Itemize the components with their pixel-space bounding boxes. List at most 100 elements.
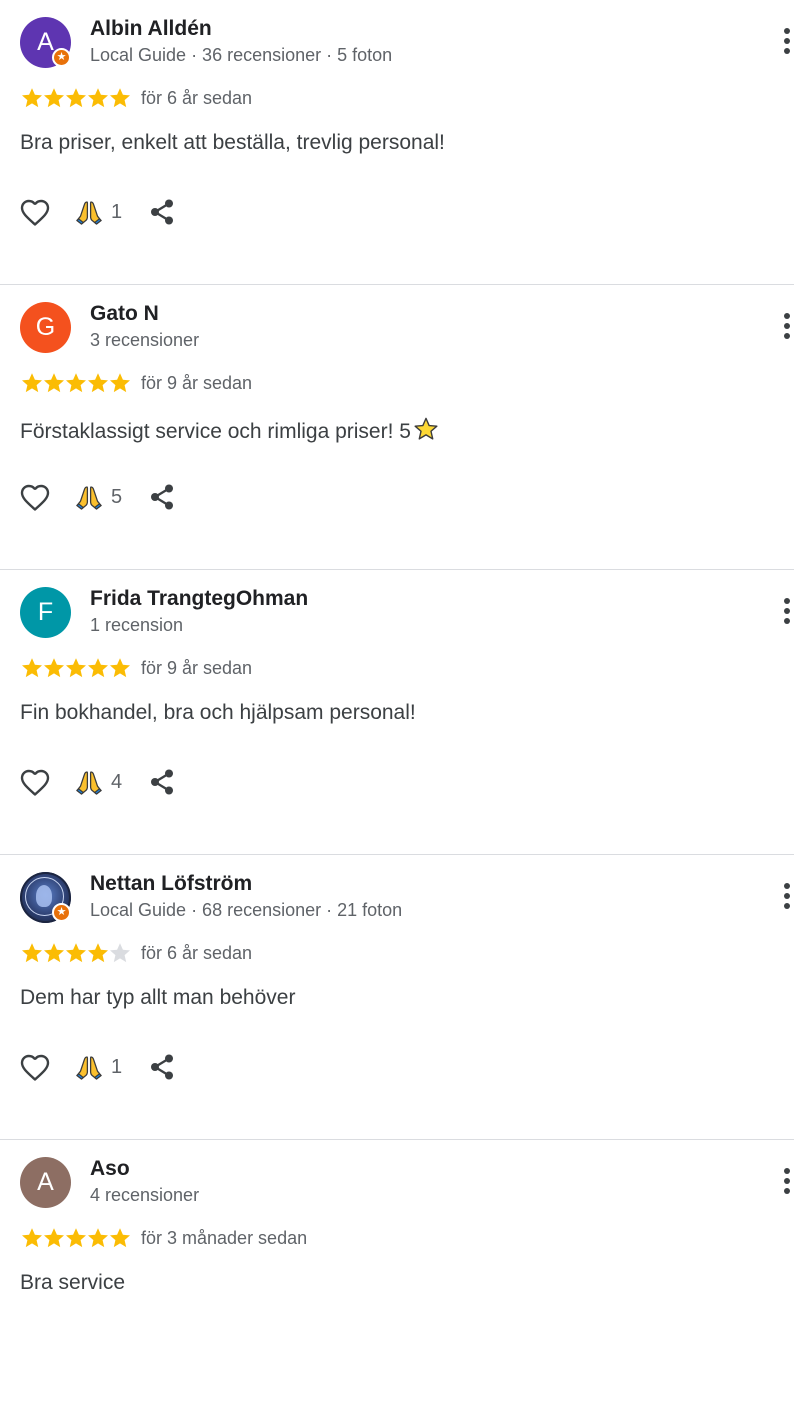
star-icon xyxy=(66,373,86,393)
star-icon xyxy=(110,1228,130,1248)
star-icon xyxy=(44,943,64,963)
share-icon xyxy=(148,484,176,515)
star-icon xyxy=(44,1228,64,1248)
like-button[interactable] xyxy=(18,766,52,798)
more-vert-icon-dot xyxy=(784,903,790,909)
reaction-count: 1 xyxy=(111,1056,123,1078)
reviewer-meta: 1 recension xyxy=(90,615,184,635)
star-icon xyxy=(66,943,86,963)
review-text-content: Bra service xyxy=(20,1271,126,1294)
heart-outline-icon xyxy=(18,1054,52,1087)
more-options-button[interactable] xyxy=(777,883,794,915)
review-card: G Gato N 3 recensioner för 9 år sedan Första… xyxy=(0,285,794,570)
review-card: A Aso 4 recensioner för 3 månader sedan Bra … xyxy=(0,1140,794,1425)
review-text-content: Förstaklassigt service och rimliga prise… xyxy=(20,420,411,443)
reaction-button[interactable] xyxy=(74,483,104,511)
more-vert-icon-dot xyxy=(784,38,790,44)
local-guide-badge-icon: ★ xyxy=(52,903,71,922)
star-icon xyxy=(110,88,130,108)
review-card: F Frida TrangtegOhman 1 recension för 9 år … xyxy=(0,570,794,855)
reviewer-name[interactable]: Aso xyxy=(90,1157,130,1181)
star-icon xyxy=(88,658,108,678)
share-icon xyxy=(148,1054,176,1085)
avatar[interactable]: A xyxy=(20,1157,71,1208)
reviewer-meta: Local Guide · 68 recensioner · 21 foton xyxy=(90,900,403,920)
star-icon xyxy=(44,658,64,678)
review-actions: 5 xyxy=(18,481,188,513)
folded-hands-emoji-icon xyxy=(74,201,104,230)
review-actions: 4 xyxy=(18,766,188,798)
star-icon xyxy=(88,373,108,393)
like-button[interactable] xyxy=(18,1051,52,1083)
more-options-button[interactable] xyxy=(777,598,794,630)
folded-hands-emoji-icon xyxy=(74,1056,104,1085)
star-icon xyxy=(22,943,42,963)
star-icon xyxy=(22,658,42,678)
more-vert-icon-dot xyxy=(784,323,790,329)
folded-hands-emoji-icon xyxy=(74,486,104,515)
share-button[interactable] xyxy=(148,768,176,796)
star-icon xyxy=(66,88,86,108)
star-icon xyxy=(66,1228,86,1248)
review-text: Fin bokhandel, bra och hjälpsam personal… xyxy=(20,701,416,725)
more-vert-icon-dot xyxy=(784,893,790,899)
review-text: Bra priser, enkelt att beställa, trevlig… xyxy=(20,131,445,155)
star-icon xyxy=(66,658,86,678)
reaction-button[interactable] xyxy=(74,1053,104,1081)
review-date: för 6 år sedan xyxy=(141,88,253,108)
avatar-letter: A xyxy=(37,1168,54,1196)
share-icon xyxy=(148,199,176,230)
review-date: för 9 år sedan xyxy=(141,373,253,393)
more-options-button[interactable] xyxy=(777,313,794,345)
review-text: Bra service xyxy=(20,1271,125,1295)
review-text: Förstaklassigt service och rimliga prise… xyxy=(20,416,439,444)
heart-outline-icon xyxy=(18,199,52,232)
star-emoji-icon xyxy=(414,417,438,440)
review-card: A ★ Albin Alldén Local Guide · 36 recension… xyxy=(0,0,794,285)
reviewer-meta: 3 recensioner xyxy=(90,330,200,350)
star-rating xyxy=(20,1226,132,1250)
star-icon xyxy=(22,1228,42,1248)
like-button[interactable] xyxy=(18,481,52,513)
more-vert-icon-dot xyxy=(784,28,790,34)
star-icon xyxy=(110,658,130,678)
star-icon xyxy=(22,373,42,393)
more-vert-icon-dot xyxy=(784,313,790,319)
review-actions: 1 xyxy=(18,1051,188,1083)
reaction-button[interactable] xyxy=(74,768,104,796)
star-icon xyxy=(110,943,130,963)
review-date: för 9 år sedan xyxy=(141,658,253,678)
reviewer-name[interactable]: Gato N xyxy=(90,302,159,326)
reviewer-meta: 4 recensioner xyxy=(90,1185,200,1205)
more-options-button[interactable] xyxy=(777,1168,794,1200)
reviewer-name[interactable]: Nettan Löfström xyxy=(90,872,252,896)
avatar[interactable]: G xyxy=(20,302,71,353)
reaction-button[interactable] xyxy=(74,198,104,226)
more-vert-icon-dot xyxy=(784,883,790,889)
share-button[interactable] xyxy=(148,483,176,511)
avatar[interactable]: F xyxy=(20,587,71,638)
share-button[interactable] xyxy=(148,1053,176,1081)
review-text-content: Fin bokhandel, bra och hjälpsam personal… xyxy=(20,701,416,724)
avatar-letter: F xyxy=(37,598,54,626)
reviewer-meta: Local Guide · 36 recensioner · 5 foton xyxy=(90,45,393,65)
heart-outline-icon xyxy=(18,769,52,802)
reviewer-name[interactable]: Frida TrangtegOhman xyxy=(90,587,308,611)
reviewer-name[interactable]: Albin Alldén xyxy=(90,17,212,41)
local-guide-badge-icon: ★ xyxy=(52,48,71,67)
avatar[interactable]: A ★ xyxy=(20,17,71,68)
star-icon xyxy=(110,373,130,393)
more-vert-icon-dot xyxy=(784,608,790,614)
avatar[interactable]: ★ xyxy=(20,872,71,923)
star-icon xyxy=(44,373,64,393)
star-icon xyxy=(88,943,108,963)
like-button[interactable] xyxy=(18,196,52,228)
star-icon xyxy=(88,88,108,108)
star-icon xyxy=(22,88,42,108)
share-button[interactable] xyxy=(148,198,176,226)
review-text-content: Dem har typ allt man behöver xyxy=(20,986,296,1009)
review-date: för 6 år sedan xyxy=(141,943,253,963)
reaction-count: 1 xyxy=(111,201,123,223)
more-vert-icon-dot xyxy=(784,1188,790,1194)
more-options-button[interactable] xyxy=(777,28,794,60)
